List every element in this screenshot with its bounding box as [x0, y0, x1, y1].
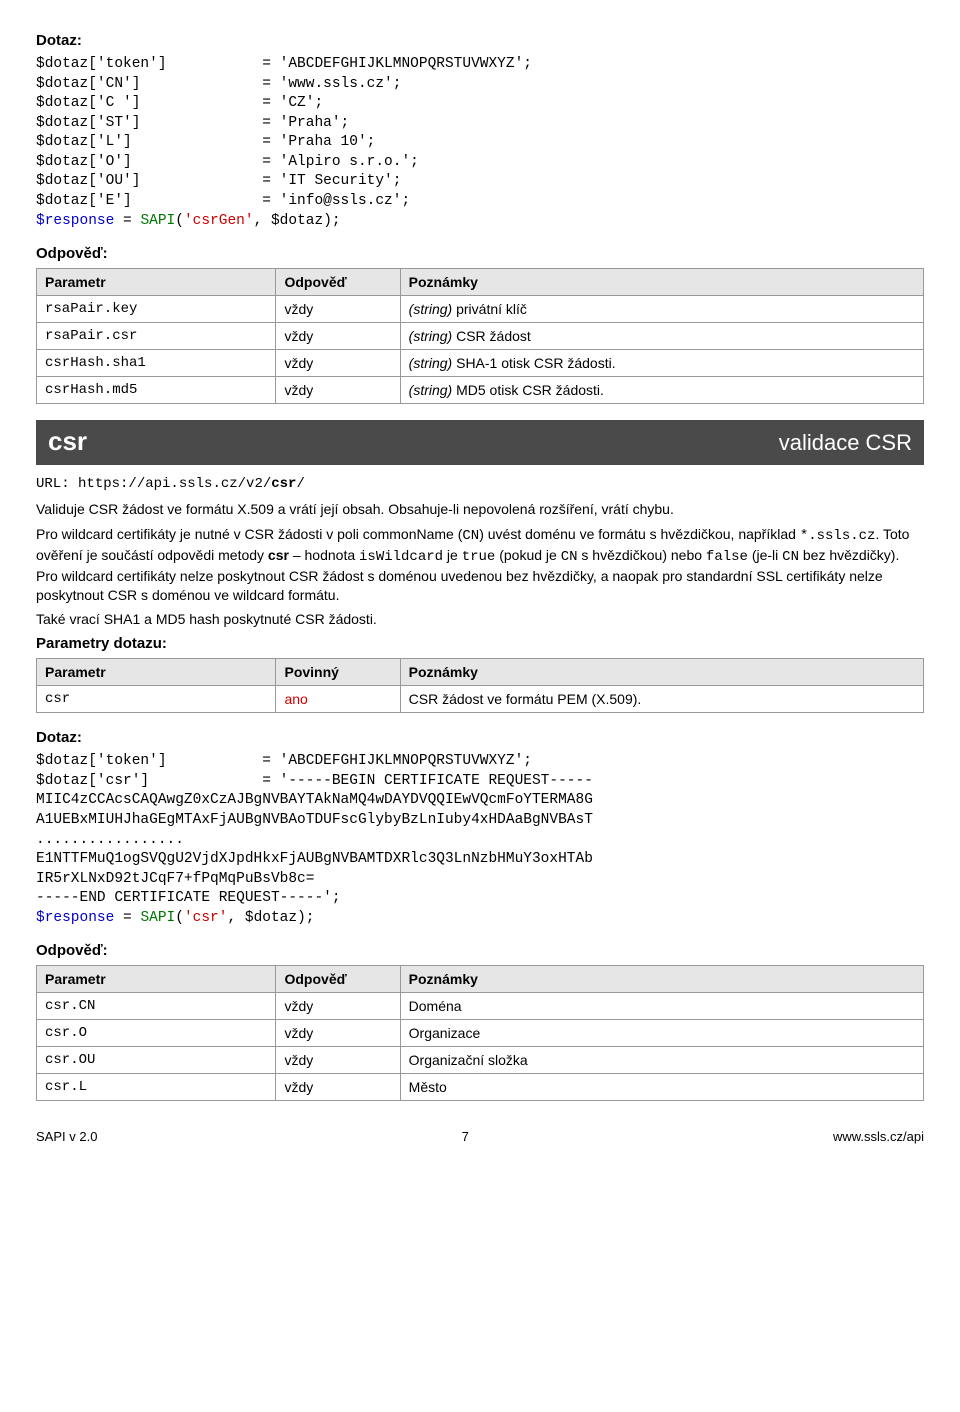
dotaz2-code: $dotaz['token'] = 'ABCDEFGHIJKLMNOPQRSTU… — [36, 752, 924, 928]
csr-url: URL: https://api.ssls.cz/v2/csr/ — [36, 475, 924, 494]
page-footer: SAPI v 2.0 7 www.ssls.cz/api — [36, 1129, 924, 1144]
method-desc: validace CSR — [779, 430, 912, 456]
table-row: csr ano CSR žádost ve formátu PEM (X.509… — [37, 686, 924, 713]
footer-page-number: 7 — [462, 1129, 469, 1144]
csr-p2: Pro wildcard certifikáty je nutné v CSR … — [36, 525, 924, 605]
table-row: csr.OU vždy Organizační složka — [37, 1047, 924, 1074]
method-name: csr — [48, 426, 87, 457]
dotaz2-heading: Dotaz: — [36, 729, 924, 746]
odpoved1-heading: Odpověď: — [36, 245, 924, 262]
csr-p1: Validuje CSR žádost ve formátu X.509 a v… — [36, 500, 924, 519]
params-heading: Parametry dotazu: — [36, 635, 924, 652]
table-header-row: Parametr Povinný Poznámky — [37, 659, 924, 686]
col-poznamky: Poznámky — [400, 269, 923, 296]
csr-p3: Také vrací SHA1 a MD5 hash poskytnuté CS… — [36, 610, 924, 629]
footer-left: SAPI v 2.0 — [36, 1129, 97, 1144]
method-bar-csr: csr validace CSR — [36, 420, 924, 465]
dotaz1-code: $dotaz['token'] = 'ABCDEFGHIJKLMNOPQRSTU… — [36, 55, 924, 231]
table-row: rsaPair.key vždy (string) privátní klíč — [37, 296, 924, 323]
odpoved2-heading: Odpověď: — [36, 942, 924, 959]
table-row: csrHash.sha1 vždy (string) SHA-1 otisk C… — [37, 350, 924, 377]
table-header-row: Parametr Odpověď Poznámky — [37, 269, 924, 296]
table-row: csr.O vždy Organizace — [37, 1020, 924, 1047]
odpoved2-table: Parametr Odpověď Poznámky csr.CN vždy Do… — [36, 965, 924, 1101]
odpoved1-table: Parametr Odpověď Poznámky rsaPair.key vž… — [36, 268, 924, 404]
dotaz1-heading: Dotaz: — [36, 32, 924, 49]
footer-right: www.ssls.cz/api — [833, 1129, 924, 1144]
table-row: csr.CN vždy Doména — [37, 993, 924, 1020]
col-parametr: Parametr — [37, 269, 276, 296]
csr-params-table: Parametr Povinný Poznámky csr ano CSR žá… — [36, 658, 924, 713]
table-row: csr.L vždy Město — [37, 1074, 924, 1101]
table-row: rsaPair.csr vždy (string) CSR žádost — [37, 323, 924, 350]
table-header-row: Parametr Odpověď Poznámky — [37, 966, 924, 993]
table-row: csrHash.md5 vždy (string) MD5 otisk CSR … — [37, 377, 924, 404]
col-odpoved: Odpověď — [276, 269, 400, 296]
